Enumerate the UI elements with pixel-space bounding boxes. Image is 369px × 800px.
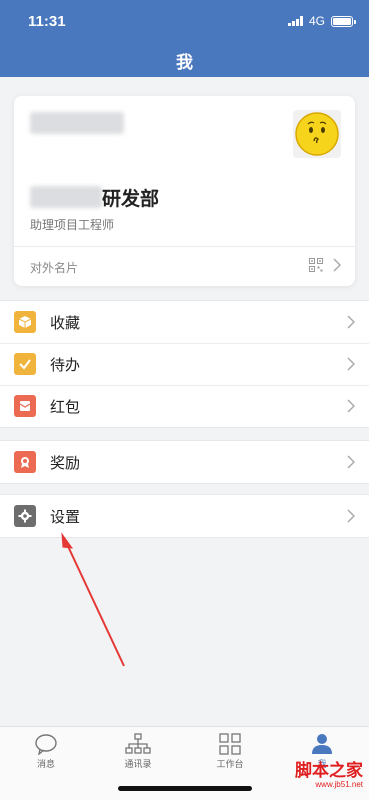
tab-workbench[interactable]: 工作台 [184,733,276,770]
tab-messages[interactable]: 消息 [0,733,92,770]
chat-bubble-icon [35,734,57,755]
org-chart-icon [125,733,151,754]
tab-contacts[interactable]: 通讯录 [92,733,184,770]
home-indicator [118,786,252,791]
site-watermark: 脚本之家 www.jb51.net [295,762,363,789]
annotation-arrow [61,532,125,667]
grid-icon [219,733,241,755]
watermark-url: www.jb51.net [315,780,363,789]
watermark-text: 脚本之家 [295,761,363,781]
tab-label-contacts: 通讯录 [124,760,152,770]
person-icon [312,734,332,754]
tab-label-workbench: 工作台 [216,760,244,770]
tab-label-messages: 消息 [36,760,55,770]
